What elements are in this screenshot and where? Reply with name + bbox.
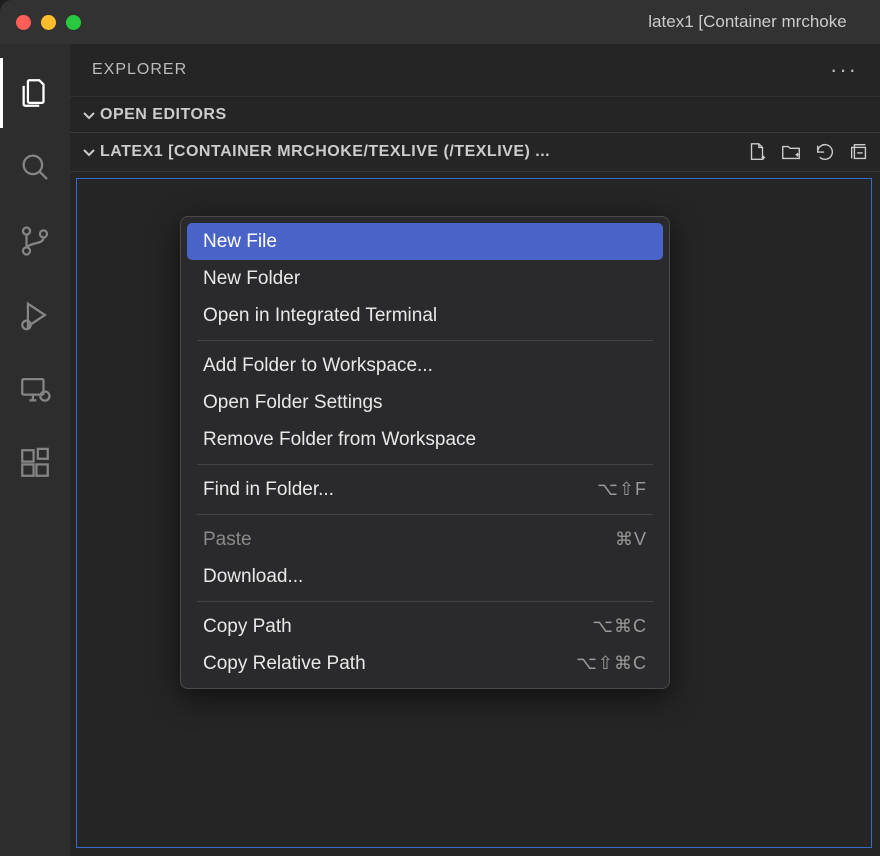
menu-new-folder[interactable]: New Folder <box>187 260 663 297</box>
new-file-icon[interactable] <box>746 141 768 163</box>
files-icon <box>18 76 52 110</box>
menu-label: Download... <box>203 566 303 588</box>
collapse-all-icon[interactable] <box>848 141 870 163</box>
activity-source-control[interactable] <box>0 206 70 276</box>
menu-new-file[interactable]: New File <box>187 223 663 260</box>
activity-extensions[interactable] <box>0 428 70 498</box>
open-editors-label: OPEN EDITORS <box>100 106 872 124</box>
activity-run-debug[interactable] <box>0 280 70 350</box>
menu-find-in-folder[interactable]: Find in Folder... ⌥⇧F <box>187 471 663 508</box>
chevron-down-icon <box>78 144 100 160</box>
minimize-window-button[interactable] <box>41 15 56 30</box>
shortcut: ⌥⇧F <box>597 479 647 500</box>
menu-label: Open in Integrated Terminal <box>203 305 437 327</box>
menu-paste: Paste ⌘V <box>187 521 663 558</box>
menu-label: Remove Folder from Workspace <box>203 429 476 451</box>
activity-bar <box>0 44 70 856</box>
more-actions-button[interactable]: ··· <box>830 57 858 83</box>
chevron-down-icon <box>78 107 100 123</box>
open-editors-section[interactable]: OPEN EDITORS <box>70 96 880 132</box>
workspace-actions <box>746 141 870 163</box>
refresh-icon[interactable] <box>814 141 836 163</box>
sidebar-title: EXPLORER <box>92 61 187 79</box>
play-bug-icon <box>18 298 52 332</box>
workspace-label: LATEX1 [CONTAINER MRCHOKE/TEXLIVE (/TEXL… <box>100 143 746 161</box>
close-window-button[interactable] <box>16 15 31 30</box>
new-folder-icon[interactable] <box>780 141 802 163</box>
menu-copy-path[interactable]: Copy Path ⌥⌘C <box>187 608 663 645</box>
menu-separator <box>197 340 653 341</box>
shortcut: ⌥⇧⌘C <box>576 653 647 674</box>
menu-label: Copy Path <box>203 616 292 638</box>
shortcut: ⌘V <box>615 529 647 550</box>
menu-copy-relative-path[interactable]: Copy Relative Path ⌥⇧⌘C <box>187 645 663 682</box>
menu-download[interactable]: Download... <box>187 558 663 595</box>
activity-explorer[interactable] <box>0 58 70 128</box>
menu-label: Open Folder Settings <box>203 392 383 414</box>
menu-separator <box>197 464 653 465</box>
menu-label: Paste <box>203 529 252 551</box>
sidebar-header: EXPLORER ··· <box>70 44 880 96</box>
search-icon <box>18 150 52 184</box>
activity-search[interactable] <box>0 132 70 202</box>
context-menu: New File New Folder Open in Integrated T… <box>180 216 670 689</box>
menu-label: Find in Folder... <box>203 479 334 501</box>
shortcut: ⌥⌘C <box>592 616 647 637</box>
remote-icon <box>18 372 52 406</box>
titlebar: latex1 [Container mrchoke <box>0 0 880 44</box>
extensions-icon <box>18 446 52 480</box>
maximize-window-button[interactable] <box>66 15 81 30</box>
menu-open-terminal[interactable]: Open in Integrated Terminal <box>187 297 663 334</box>
activity-remote-explorer[interactable] <box>0 354 70 424</box>
git-branch-icon <box>18 224 52 258</box>
menu-separator <box>197 601 653 602</box>
menu-remove-folder[interactable]: Remove Folder from Workspace <box>187 421 663 458</box>
menu-open-folder-settings[interactable]: Open Folder Settings <box>187 384 663 421</box>
menu-label: Copy Relative Path <box>203 653 366 675</box>
menu-label: New File <box>203 231 277 253</box>
workspace-section[interactable]: LATEX1 [CONTAINER MRCHOKE/TEXLIVE (/TEXL… <box>70 132 880 172</box>
menu-separator <box>197 514 653 515</box>
menu-label: Add Folder to Workspace... <box>203 355 433 377</box>
window-title: latex1 [Container mrchoke <box>0 12 880 32</box>
window-controls <box>16 15 81 30</box>
menu-add-folder[interactable]: Add Folder to Workspace... <box>187 347 663 384</box>
menu-label: New Folder <box>203 268 300 290</box>
